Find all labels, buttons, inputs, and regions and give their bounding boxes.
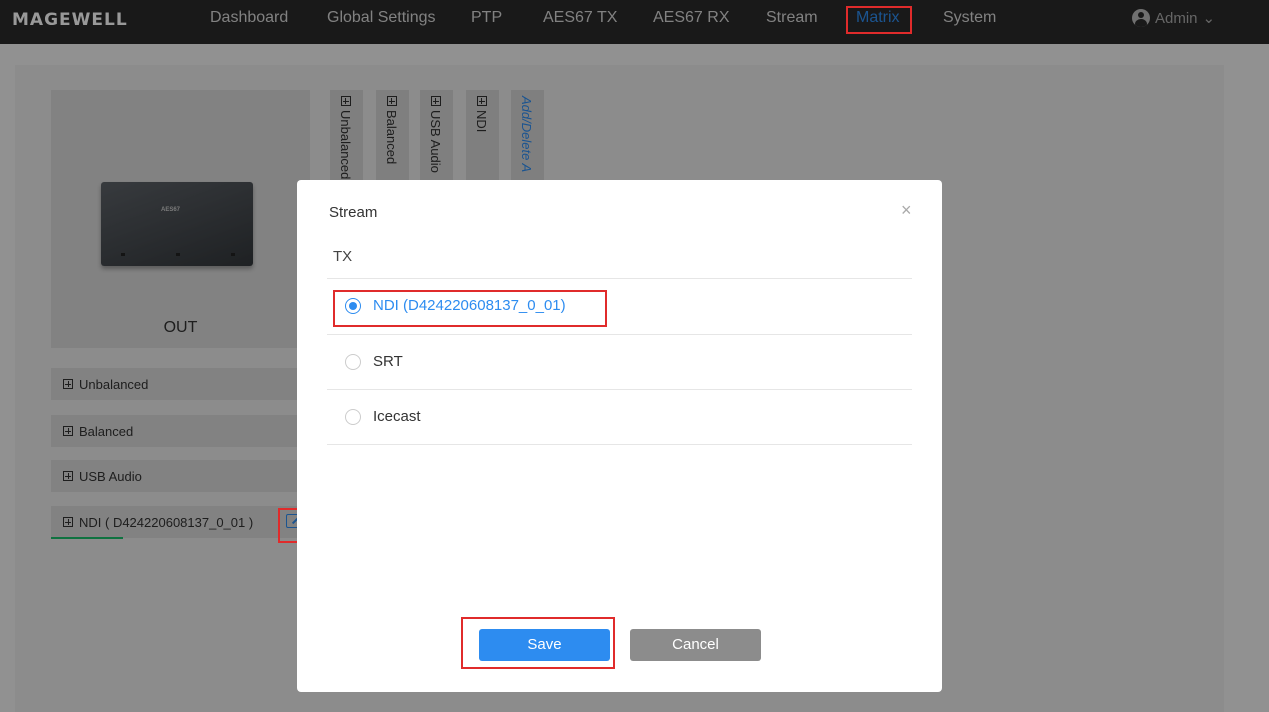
highlight-box [461,617,615,669]
radio-button[interactable] [345,408,361,425]
close-icon[interactable]: × [901,200,912,221]
stream-dialog: Stream × TX NDI (D424220608137_0_01) SRT… [297,180,942,692]
radio-icecast[interactable]: Icecast [345,408,421,425]
dialog-title: Stream [329,204,378,221]
highlight-box [333,290,607,327]
divider [327,334,912,335]
section-label: TX [333,248,353,265]
divider [327,444,912,445]
cancel-button[interactable]: Cancel [630,629,761,661]
divider [327,389,912,390]
highlight-box [846,6,912,34]
radio-button[interactable] [345,353,361,370]
radio-srt[interactable]: SRT [345,353,403,370]
divider [327,278,912,279]
